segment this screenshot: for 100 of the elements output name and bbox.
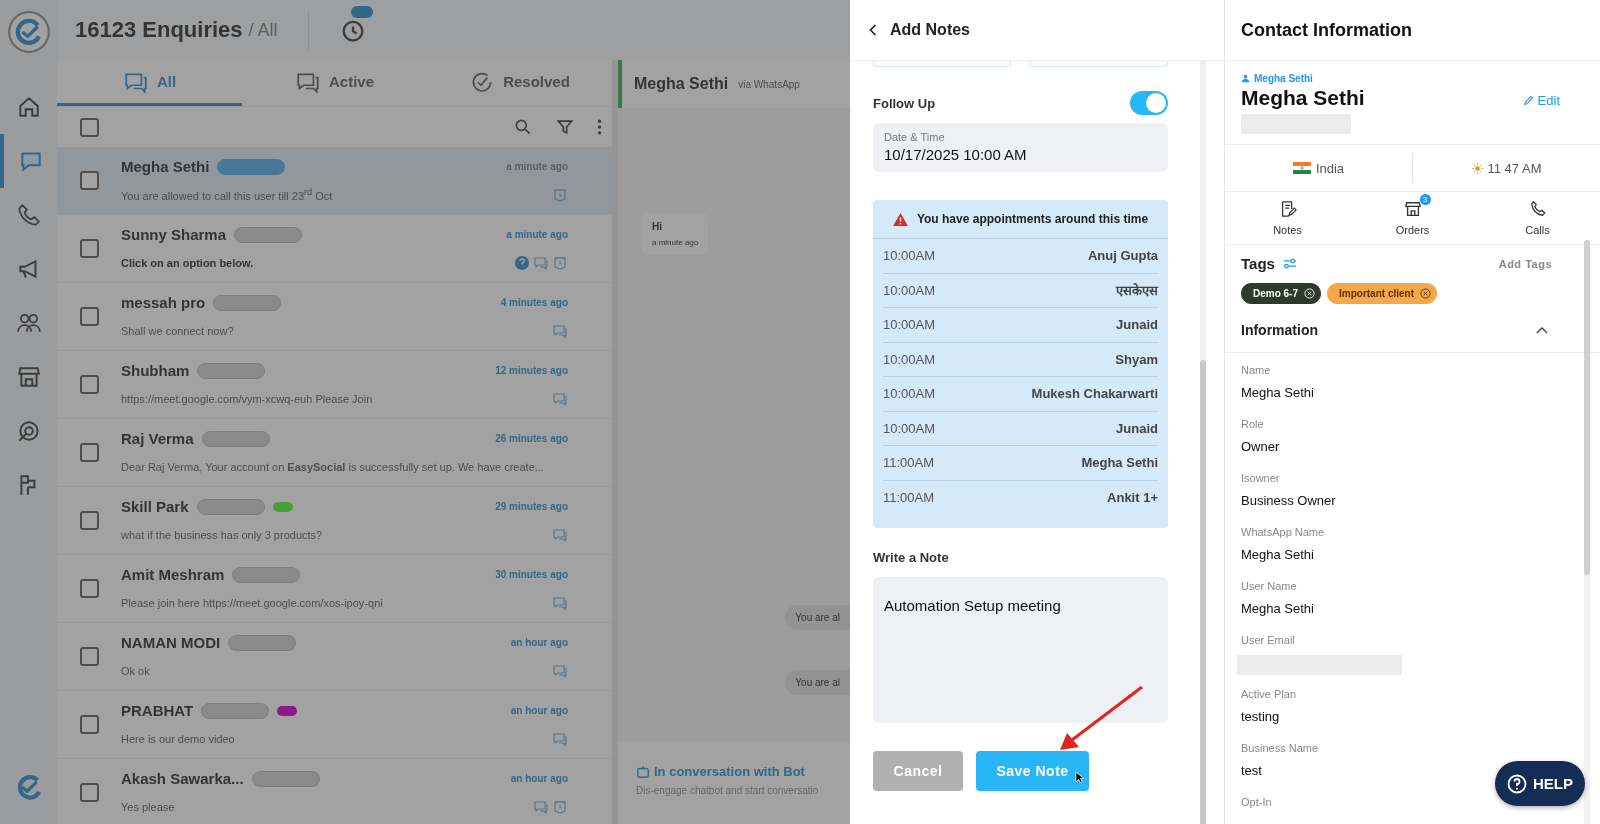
scrollbar[interactable] [1584, 240, 1590, 824]
agent-chip [201, 430, 270, 447]
timestamp: a minute ago [506, 229, 568, 240]
appointment-time: 10:00AM [883, 351, 936, 367]
flag-icon [1292, 162, 1311, 174]
field-label: Role [1241, 418, 1265, 430]
date-time-field[interactable]: Date & Time 10/17/2025 10:00 AM [873, 123, 1168, 172]
agent-chip [232, 566, 301, 583]
timestamp: an hour ago [510, 637, 568, 648]
appointment-name: Mukesh Chakarwarti [1031, 386, 1158, 402]
modal-backdrop[interactable] [0, 0, 850, 824]
tab[interactable]: Resolved [427, 60, 612, 106]
field-label: User Email [1241, 634, 1296, 646]
field-label: Opt-In [1241, 796, 1273, 808]
message-time: a minute ago [652, 238, 699, 247]
row-checkbox[interactable] [80, 307, 99, 326]
field-value: testing [1241, 709, 1281, 724]
row-checkbox[interactable] [80, 511, 99, 530]
input-field[interactable] [873, 61, 1011, 67]
timestamp: an hour ago [510, 773, 568, 784]
appointment-name: Junaid [1116, 317, 1158, 333]
note-label: Write a Note [873, 550, 950, 565]
tag-chip[interactable]: Important client [1327, 283, 1438, 304]
store-icon [1403, 200, 1422, 218]
select-all-checkbox[interactable] [80, 117, 99, 137]
appointment-time: 10:00AM [883, 420, 936, 436]
search-icon[interactable] [513, 117, 533, 137]
row-checkbox[interactable] [80, 171, 99, 190]
timestamp: 4 minutes ago [500, 297, 568, 308]
message-preview: https://meet.google.com/vym-xcwq-euh Please Join [121, 392, 373, 405]
appointment-name: Ankit 1+ [1107, 489, 1158, 505]
edit-link[interactable]: Edit [1522, 93, 1560, 108]
phone-icon[interactable] [15, 202, 42, 228]
follow-up-toggle[interactable] [1130, 91, 1168, 115]
agent-chip [217, 158, 286, 175]
field-label: Isowner [1241, 472, 1281, 484]
conversation-row[interactable]: Megha Sethi a minute ago You are allowed to call this user till 23$^{rd}$ Oct [57, 147, 612, 215]
timestamp: 30 minutes ago [495, 569, 568, 580]
count-badge: 3 [1419, 194, 1431, 205]
remove-icon[interactable] [1420, 288, 1432, 299]
field-value: Business Owner [1241, 493, 1337, 508]
timestamp: 29 minutes ago [495, 501, 568, 512]
help-button[interactable]: HELP [1495, 761, 1585, 806]
row-checkbox[interactable] [80, 783, 99, 802]
message-preview: Dear Raj Verma, Your account on EasySocial is successfully set up. We have create... [121, 460, 544, 473]
message-preview: Shall we connect now? [121, 324, 234, 337]
message-preview: Here is our demo video [121, 732, 235, 745]
chevron-icon[interactable] [1536, 326, 1548, 334]
appointment-time: 10:00AM [883, 282, 936, 298]
action-label: Calls [1525, 224, 1550, 236]
field-value: test [1241, 763, 1263, 778]
row-checkbox[interactable] [80, 579, 99, 598]
timestamp: 12 minutes ago [495, 365, 568, 376]
note-input[interactable]: Automation Setup meeting [873, 577, 1168, 723]
store-icon[interactable] [15, 364, 42, 390]
field-value: Megha Sethi [1241, 601, 1315, 616]
row-checkbox[interactable] [80, 239, 99, 258]
page-title: 16123 Enquiries [75, 17, 243, 43]
field-label: Name [1241, 364, 1272, 376]
action-label: Orders [1395, 224, 1430, 236]
local-time: 11 47 AM [1487, 160, 1542, 176]
back-icon[interactable] [868, 23, 878, 37]
appointment-name: Shyam [1115, 351, 1158, 367]
panel-title: Add Notes [890, 21, 970, 39]
add-tags-link[interactable]: Add Tags [1498, 257, 1552, 270]
country: India [1315, 160, 1345, 176]
phone-icon [1528, 200, 1547, 218]
scrollbar[interactable] [1200, 60, 1206, 824]
appointment-time: 10:00AM [883, 317, 936, 333]
bot-status: In conversation with Bot [654, 764, 805, 779]
timestamp: 26 minutes ago [495, 433, 568, 444]
row-checkbox[interactable] [80, 715, 99, 734]
agent-chip [251, 770, 320, 787]
contact-name: Skill Park [121, 498, 189, 515]
appointment-time: 10:00AM [883, 248, 936, 264]
field-label: User Name [1241, 580, 1298, 592]
sliders-icon[interactable] [1282, 258, 1297, 269]
message-preview: Click on an option below. [121, 256, 254, 269]
more-icon[interactable] [597, 117, 602, 137]
field-label: Business Name [1241, 742, 1320, 754]
tab[interactable]: Active [242, 60, 427, 106]
row-checkbox[interactable] [80, 443, 99, 462]
input-field[interactable] [1030, 61, 1168, 67]
appointment-name: Megha Sethi [1081, 455, 1158, 471]
timestamp: an hour ago [510, 705, 568, 716]
row-checkbox[interactable] [80, 647, 99, 666]
action-label: Notes [1273, 224, 1302, 236]
appointment-time: 11:00AM [883, 489, 935, 505]
tag-chip[interactable]: Demo 6-7 [1241, 283, 1321, 304]
contact-name: Megha Sethi [121, 158, 210, 175]
contact-name: messah pro [121, 294, 206, 311]
contact-label[interactable]: Megha Sethi [1254, 73, 1313, 84]
appointment-name: Junaid [1116, 420, 1158, 436]
follow-up-label: Follow Up [873, 95, 936, 111]
channel-label: via WhatsApp [738, 78, 800, 90]
sun-icon [1471, 162, 1483, 174]
contact-name: Amit Meshram [121, 566, 225, 583]
filter-icon[interactable] [555, 117, 575, 137]
row-checkbox[interactable] [80, 375, 99, 394]
cursor-icon [1075, 771, 1084, 784]
